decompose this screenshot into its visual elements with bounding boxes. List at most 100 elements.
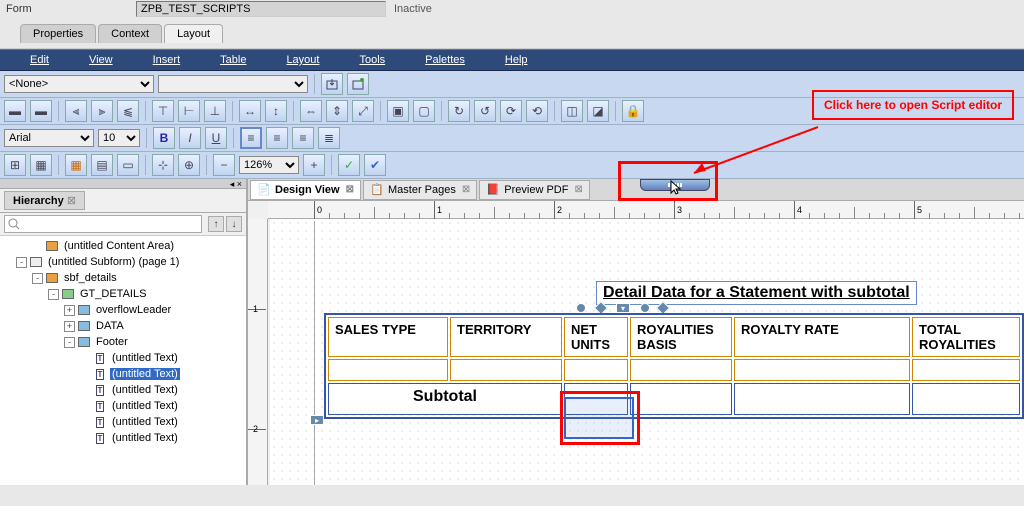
close-icon[interactable]: ⊠: [346, 184, 354, 195]
col-royalties-basis[interactable]: ROYALITIES BASIS: [630, 317, 732, 357]
tree-expander[interactable]: -: [64, 337, 75, 348]
tree-node[interactable]: T(untitled Text): [0, 414, 246, 430]
tab-design-view[interactable]: 📄 Design View ⊠: [250, 180, 361, 200]
tab-preview-pdf[interactable]: 📕 Preview PDF ⊠: [479, 180, 590, 200]
menu-view[interactable]: View: [69, 54, 133, 66]
data-row[interactable]: [328, 359, 1020, 381]
paraalign-just-btn[interactable]: ≣: [318, 127, 340, 149]
paraalign-right-btn[interactable]: ≡: [292, 127, 314, 149]
sel-row-handle[interactable]: ▸: [310, 415, 324, 425]
tab-properties[interactable]: Properties: [20, 24, 96, 43]
footer-row[interactable]: Subtotal: [328, 383, 1020, 415]
col-territory[interactable]: TERRITORY: [450, 317, 562, 357]
subtotal-basis-cell[interactable]: [630, 383, 732, 415]
import-button[interactable]: [321, 73, 343, 95]
sel-handle[interactable]: [576, 303, 586, 313]
size-both-btn[interactable]: ⤢: [352, 100, 374, 122]
hierarchy-search[interactable]: [4, 215, 202, 233]
tree-node[interactable]: T(untitled Text): [0, 398, 246, 414]
lock-btn[interactable]: 🔒: [622, 100, 644, 122]
grid-b-btn[interactable]: ▤: [91, 154, 113, 176]
menu-palettes[interactable]: Palettes: [405, 54, 485, 66]
font-select[interactable]: Arial: [4, 129, 94, 147]
style-select-2[interactable]: [158, 75, 308, 93]
size-select[interactable]: 10: [98, 129, 140, 147]
size-h-btn[interactable]: ⇕: [326, 100, 348, 122]
snap2-btn[interactable]: ⊕: [178, 154, 200, 176]
tree-expander[interactable]: -: [32, 273, 43, 284]
nav-down-btn[interactable]: ↓: [226, 216, 242, 232]
tree-node[interactable]: -sbf_details: [0, 270, 246, 286]
export-button[interactable]: [347, 73, 369, 95]
tree-expander[interactable]: -: [48, 289, 59, 300]
align-left-btn[interactable]: ⫷: [65, 100, 87, 122]
tree-expander[interactable]: +: [64, 305, 75, 316]
tree-expander[interactable]: -: [16, 257, 27, 268]
check-btn[interactable]: ✓: [338, 154, 360, 176]
grid-btn-1[interactable]: ⊞: [4, 154, 26, 176]
close-icon[interactable]: ⊠: [462, 184, 470, 195]
align-button-1[interactable]: ▬: [4, 100, 26, 122]
close-icon[interactable]: ⊠: [574, 184, 582, 195]
italic-button[interactable]: I: [179, 127, 201, 149]
menu-edit[interactable]: Edit: [10, 54, 69, 66]
tab-context[interactable]: Context: [98, 24, 162, 43]
tree-node[interactable]: T(untitled Text): [0, 366, 246, 382]
nav-up-btn[interactable]: ↑: [208, 216, 224, 232]
grid-c-btn[interactable]: ▭: [117, 154, 139, 176]
col-royalty-rate[interactable]: ROYALTY RATE: [734, 317, 910, 357]
zoom-select[interactable]: 126%: [239, 156, 299, 174]
tree-node[interactable]: (untitled Content Area): [0, 238, 246, 254]
menu-table[interactable]: Table: [200, 54, 266, 66]
align-top-btn[interactable]: ⊤: [152, 100, 174, 122]
paraalign-left-btn[interactable]: ≡: [240, 127, 262, 149]
grid-view-btn[interactable]: ▦: [65, 154, 87, 176]
ruler-vertical[interactable]: 12: [248, 219, 268, 485]
sel-handle[interactable]: ▾: [616, 303, 630, 313]
menu-layout[interactable]: Layout: [266, 54, 339, 66]
tree-node[interactable]: T(untitled Text): [0, 350, 246, 366]
grp2-btn[interactable]: ◫: [561, 100, 583, 122]
subtotal-label-cell[interactable]: Subtotal: [328, 383, 562, 415]
col-total-royalties[interactable]: TOTAL ROYALITIES: [912, 317, 1020, 357]
tree-node[interactable]: +DATA: [0, 318, 246, 334]
align-right-btn[interactable]: ⫹: [117, 100, 139, 122]
design-canvas[interactable]: Detail Data for a Statement with subtota…: [270, 219, 1024, 485]
menu-help[interactable]: Help: [485, 54, 548, 66]
dist-v-btn[interactable]: ↕: [265, 100, 287, 122]
snap-btn[interactable]: ⊹: [152, 154, 174, 176]
rot4-btn[interactable]: ⟲: [526, 100, 548, 122]
col-net-units[interactable]: NET UNITS: [564, 317, 628, 357]
detail-table[interactable]: SALES TYPE TERRITORY NET UNITS ROYALITIE…: [324, 313, 1024, 419]
zoom-out-btn[interactable]: −: [213, 154, 235, 176]
tree-node[interactable]: T(untitled Text): [0, 382, 246, 398]
sel-handle[interactable]: [640, 303, 650, 313]
ungroup-btn[interactable]: ▢: [413, 100, 435, 122]
dist-h-btn[interactable]: ↔: [239, 100, 261, 122]
tree-expander[interactable]: +: [64, 321, 75, 332]
hierarchy-tree[interactable]: (untitled Content Area)-(untitled Subfor…: [0, 236, 246, 485]
spell-btn[interactable]: ✔: [364, 154, 386, 176]
bold-button[interactable]: B: [153, 127, 175, 149]
underline-button[interactable]: U: [205, 127, 227, 149]
subtotal-total-cell[interactable]: [912, 383, 1020, 415]
tree-node[interactable]: -GT_DETAILS: [0, 286, 246, 302]
align-center-btn[interactable]: ⫸: [91, 100, 113, 122]
grp3-btn[interactable]: ◪: [587, 100, 609, 122]
menu-insert[interactable]: Insert: [133, 54, 201, 66]
rot1-btn[interactable]: ↻: [448, 100, 470, 122]
col-sales-type[interactable]: SALES TYPE: [328, 317, 448, 357]
group-btn[interactable]: ▣: [387, 100, 409, 122]
size-w-btn[interactable]: ⇔: [300, 100, 322, 122]
tab-master-pages[interactable]: 📋 Master Pages ⊠: [363, 180, 477, 200]
menu-tools[interactable]: Tools: [339, 54, 405, 66]
rot2-btn[interactable]: ↺: [474, 100, 496, 122]
align-button-2[interactable]: ▬: [30, 100, 52, 122]
tree-node[interactable]: -(untitled Subform) (page 1): [0, 254, 246, 270]
rot3-btn[interactable]: ⟳: [500, 100, 522, 122]
tree-node[interactable]: T(untitled Text): [0, 430, 246, 446]
table-title[interactable]: Detail Data for a Statement with subtota…: [596, 281, 917, 305]
tree-node[interactable]: +overflowLeader: [0, 302, 246, 318]
panel-handle[interactable]: ◂ ×: [0, 179, 246, 189]
zoom-in-btn[interactable]: +: [303, 154, 325, 176]
